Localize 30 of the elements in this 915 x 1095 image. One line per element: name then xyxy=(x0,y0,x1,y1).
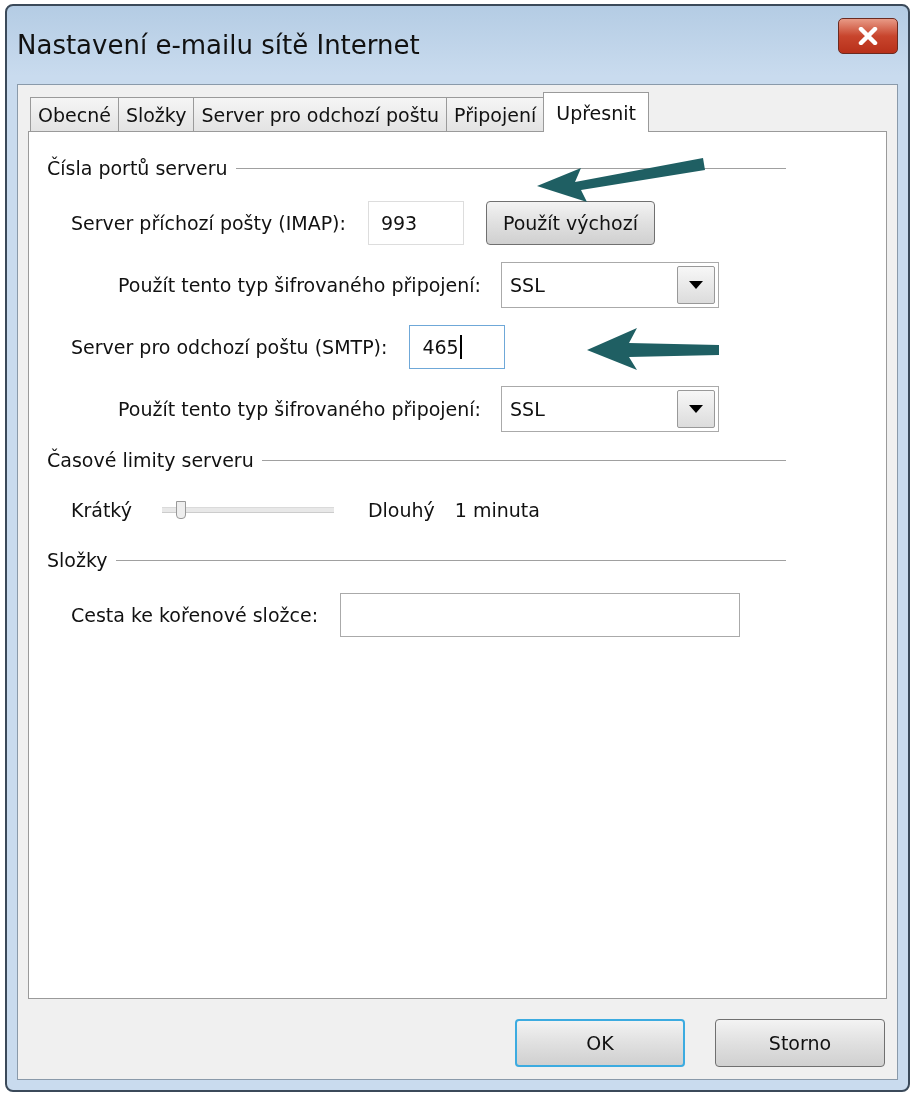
ok-button[interactable]: OK xyxy=(515,1019,685,1067)
field-label: Použít tento typ šifrovaného připojení: xyxy=(118,398,481,420)
field-label: Cesta ke kořenové složce: xyxy=(71,604,319,626)
encryption-dropdown[interactable]: SSL xyxy=(501,386,719,432)
tab[interactable]: Obecné xyxy=(30,97,119,131)
cancel-button[interactable]: Storno xyxy=(715,1019,885,1067)
slider-max-label: Dlouhý xyxy=(367,499,435,521)
field-label: Server příchozí pošty (IMAP): xyxy=(71,212,346,234)
encryption-dropdown[interactable]: SSL xyxy=(501,262,719,308)
path-field[interactable] xyxy=(340,593,741,637)
slider-thumb[interactable] xyxy=(175,501,186,519)
dropdown-arrow-icon xyxy=(689,281,703,289)
default-button[interactable]: Použít výchozí xyxy=(485,201,655,245)
slider-min-label: Krátký xyxy=(71,499,132,521)
field-label: Použít tento typ šifrovaného připojení: xyxy=(118,274,481,296)
group-title: Čísla portů serveru xyxy=(47,157,228,179)
tab[interactable]: Připojení xyxy=(446,97,545,131)
dropdown-arrow-icon xyxy=(689,405,703,413)
close-button[interactable] xyxy=(838,18,898,54)
tab[interactable]: Server pro odchozí poštu xyxy=(193,97,448,131)
tab[interactable]: Upřesnit xyxy=(543,92,649,132)
group-title: Složky xyxy=(47,549,108,571)
port-field[interactable]: 993 xyxy=(367,201,464,245)
window-title: Nastavení e-mailu sítě Internet xyxy=(17,30,420,60)
port-field[interactable]: 465 xyxy=(409,325,506,369)
close-icon xyxy=(857,27,879,45)
timeout-reading: 1 minuta xyxy=(454,499,540,521)
group-title: Časové limity serveru xyxy=(47,449,254,471)
tab[interactable]: Složky xyxy=(117,97,195,131)
field-label: Server pro odchozí poštu (SMTP): xyxy=(71,336,388,358)
